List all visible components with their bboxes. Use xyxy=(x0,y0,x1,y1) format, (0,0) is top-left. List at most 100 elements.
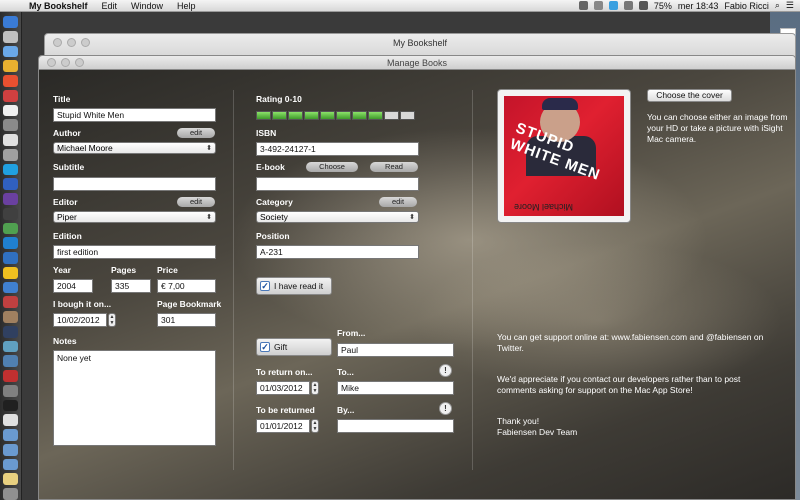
category-label: Category xyxy=(256,197,293,207)
year-input[interactable]: 2004 xyxy=(53,279,93,293)
dock-app-icon[interactable] xyxy=(3,193,18,205)
dock-app-icon[interactable] xyxy=(3,207,18,220)
tray-volume-icon[interactable] xyxy=(638,1,648,10)
word-icon[interactable] xyxy=(3,178,18,190)
back-window-title: My Bookshelf xyxy=(392,38,448,48)
dock-app-icon[interactable] xyxy=(3,414,18,426)
safari-icon[interactable] xyxy=(3,45,18,58)
position-input[interactable]: A-231 xyxy=(256,245,419,259)
chrome-icon[interactable] xyxy=(3,75,18,87)
editor-select[interactable]: Piper ⬍ xyxy=(53,211,216,223)
menu-help[interactable]: Help xyxy=(170,1,203,11)
menu-window[interactable]: Window xyxy=(124,1,170,11)
category-edit-button[interactable]: edit xyxy=(379,197,417,207)
trash-icon[interactable] xyxy=(3,488,18,500)
return-on-date-input[interactable]: 01/03/2012 xyxy=(256,381,310,395)
tray-app-icon-2[interactable] xyxy=(593,1,603,10)
read-checkbox[interactable]: ✓ I have read it xyxy=(256,277,332,295)
rating-segment[interactable] xyxy=(320,111,335,120)
return-on-date-stepper[interactable]: ▲ ▼ xyxy=(311,381,319,395)
editor-edit-button[interactable]: edit xyxy=(177,197,215,207)
checkmark-icon: ✓ xyxy=(260,281,270,291)
search-icon[interactable]: ⌕ xyxy=(775,0,780,11)
battery-percent[interactable]: 75% xyxy=(654,1,672,11)
chevron-updown-icon: ⬍ xyxy=(206,145,212,152)
dock-folder-icon[interactable] xyxy=(3,443,18,456)
pages-input[interactable]: 335 xyxy=(111,279,151,293)
dock-app-icon[interactable] xyxy=(3,104,18,117)
rating-segment[interactable] xyxy=(400,111,415,120)
to-info-icon[interactable]: ! xyxy=(439,364,452,377)
menu-app[interactable]: My Bookshelf xyxy=(22,1,95,11)
dock-app-icon[interactable] xyxy=(3,399,18,412)
edition-input[interactable]: first edition xyxy=(53,245,216,259)
subtitle-input[interactable] xyxy=(53,177,216,191)
bookmark-input[interactable]: 301 xyxy=(157,313,216,327)
choose-cover-button[interactable]: Choose the cover xyxy=(647,89,732,102)
rating-segment[interactable] xyxy=(336,111,351,120)
dock-app-icon[interactable] xyxy=(3,134,18,146)
title-input[interactable]: Stupid White Men xyxy=(53,108,216,122)
dock-app-icon[interactable] xyxy=(3,222,18,235)
skype-icon[interactable] xyxy=(3,163,18,176)
twitter-icon[interactable] xyxy=(3,237,18,249)
ebook-read-button[interactable]: Read xyxy=(370,162,418,172)
bought-date-stepper[interactable]: ▲ ▼ xyxy=(108,313,116,327)
dock-app-icon[interactable] xyxy=(3,340,18,353)
cover-image-well[interactable]: STUPID WHITE MEN Michael Moore xyxy=(497,89,631,223)
be-returned-date-input[interactable]: 01/01/2012 xyxy=(256,419,310,433)
bought-date-input[interactable]: 10/02/2012 xyxy=(53,313,107,327)
dock-app-icon[interactable] xyxy=(3,325,18,338)
dock-app-icon[interactable] xyxy=(3,311,18,323)
dock-app-icon[interactable] xyxy=(3,281,18,294)
thanks-text: Thank you! xyxy=(497,416,540,426)
dock-app-icon[interactable] xyxy=(3,30,18,43)
by-info-icon[interactable]: ! xyxy=(439,402,452,415)
dock-app-icon[interactable] xyxy=(3,355,18,367)
author-select[interactable]: Michael Moore ⬍ xyxy=(53,142,216,154)
dock-folder-icon[interactable] xyxy=(3,429,18,441)
ebook-label: E-book xyxy=(256,162,285,172)
rating-segment[interactable] xyxy=(352,111,367,120)
dock-app-icon[interactable] xyxy=(3,384,18,397)
dock-app-icon[interactable] xyxy=(3,296,18,308)
rating-segment[interactable] xyxy=(304,111,319,120)
dock-app-icon[interactable] xyxy=(3,148,18,161)
rating-segment[interactable] xyxy=(256,111,271,120)
rating-segment[interactable] xyxy=(288,111,303,120)
ebook-choose-button[interactable]: Choose xyxy=(306,162,358,172)
by-input[interactable] xyxy=(337,419,454,433)
dock-app-icon[interactable] xyxy=(3,370,18,382)
rating-segment[interactable] xyxy=(272,111,287,120)
list-icon[interactable]: ☰ xyxy=(786,0,794,11)
rating-segment[interactable] xyxy=(384,111,399,120)
isbn-input[interactable]: 3-492-24127-1 xyxy=(256,142,419,156)
dock-app-icon[interactable] xyxy=(3,119,18,131)
rating-segment[interactable] xyxy=(368,111,383,120)
notes-textarea[interactable]: None yet xyxy=(53,350,216,446)
category-select[interactable]: Society ⬍ xyxy=(256,211,419,223)
tray-dropbox-icon[interactable] xyxy=(608,1,618,10)
to-input[interactable]: Mike xyxy=(337,381,454,395)
gift-checkbox[interactable]: ✓ Gift xyxy=(256,338,332,356)
tray-wifi-icon[interactable] xyxy=(623,1,633,10)
finder-icon[interactable] xyxy=(3,16,18,28)
dock-folder-icon[interactable] xyxy=(3,458,18,471)
from-input[interactable]: Paul xyxy=(337,343,454,357)
rating-slider[interactable] xyxy=(256,111,415,120)
dock-app-icon[interactable] xyxy=(3,89,18,102)
title-label: Title xyxy=(53,94,71,104)
dock-app-icon[interactable] xyxy=(3,266,18,279)
menu-edit[interactable]: Edit xyxy=(95,1,125,11)
ebook-input[interactable] xyxy=(256,177,419,191)
user-name[interactable]: Fabio Ricci xyxy=(724,1,769,11)
dock-app-icon[interactable] xyxy=(3,473,18,485)
be-returned-date-stepper[interactable]: ▲ ▼ xyxy=(311,419,319,433)
dock-app-icon[interactable] xyxy=(3,60,18,72)
clock[interactable]: mer 18:43 xyxy=(678,1,719,11)
author-edit-button[interactable]: edit xyxy=(177,128,215,138)
editor-label: Editor xyxy=(53,197,78,207)
dock-app-icon[interactable] xyxy=(3,252,18,264)
tray-app-icon[interactable] xyxy=(578,1,588,10)
price-input[interactable]: € 7,00 xyxy=(157,279,216,293)
